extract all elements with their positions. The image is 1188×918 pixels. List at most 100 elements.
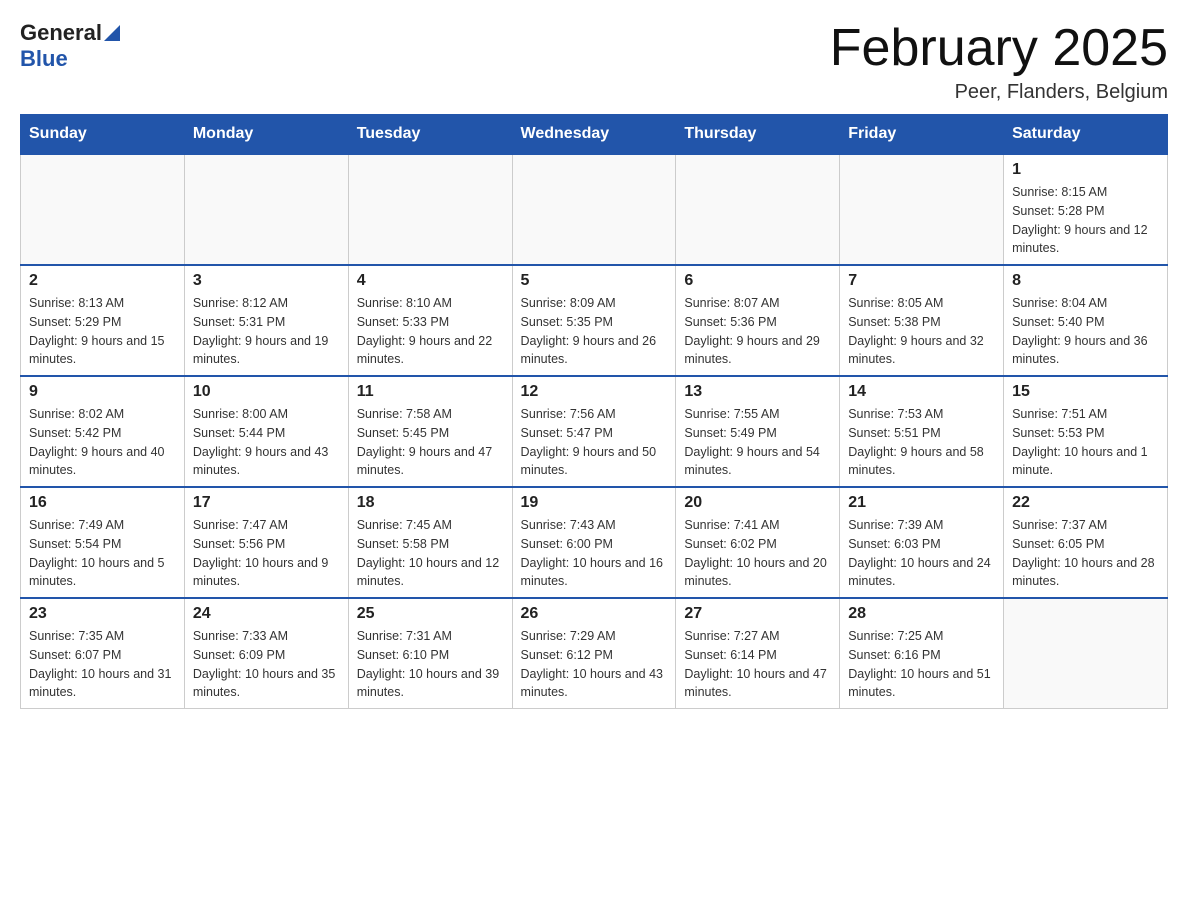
day-number: 1 (1012, 161, 1159, 179)
week-row-0: 1 Sunrise: 8:15 AMSunset: 5:28 PMDaylight… (21, 154, 1168, 265)
week-row-1: 2 Sunrise: 8:13 AMSunset: 5:29 PMDaylight… (21, 265, 1168, 376)
day-info: Sunrise: 8:10 AMSunset: 5:33 PMDaylight:… (357, 294, 504, 369)
table-row: 25 Sunrise: 7:31 AMSunset: 6:10 PMDayligh… (348, 598, 512, 709)
day-number: 2 (29, 272, 176, 290)
day-info: Sunrise: 8:12 AMSunset: 5:31 PMDaylight:… (193, 294, 340, 369)
table-row (840, 154, 1004, 265)
table-row: 21 Sunrise: 7:39 AMSunset: 6:03 PMDayligh… (840, 487, 1004, 598)
day-number: 16 (29, 494, 176, 512)
day-info: Sunrise: 8:09 AMSunset: 5:35 PMDaylight:… (521, 294, 668, 369)
day-number: 7 (848, 272, 995, 290)
day-number: 4 (357, 272, 504, 290)
day-number: 6 (684, 272, 831, 290)
title-section: February 2025 Peer, Flanders, Belgium (830, 20, 1168, 104)
table-row: 28Sunrise: 7:25 AMSunset: 6:16 PMDayligh… (840, 598, 1004, 709)
day-info: Sunrise: 8:05 AMSunset: 5:38 PMDaylight:… (848, 294, 995, 369)
day-info: Sunrise: 8:02 AMSunset: 5:42 PMDaylight:… (29, 405, 176, 480)
logo-general-text: General (20, 20, 102, 46)
table-row (21, 154, 185, 265)
day-number: 20 (684, 494, 831, 512)
table-row: 5 Sunrise: 8:09 AMSunset: 5:35 PMDaylight… (512, 265, 676, 376)
table-row: 11 Sunrise: 7:58 AMSunset: 5:45 PMDayligh… (348, 376, 512, 487)
logo-triangle-icon (100, 21, 124, 45)
day-number: 19 (521, 494, 668, 512)
table-row: 10Sunrise: 8:00 AMSunset: 5:44 PMDayligh… (184, 376, 348, 487)
day-info: Sunrise: 8:00 AMSunset: 5:44 PMDaylight:… (193, 405, 340, 480)
day-info: Sunrise: 7:31 AMSunset: 6:10 PMDaylight:… (357, 627, 504, 702)
logo: General Blue (20, 20, 124, 72)
table-row: 27Sunrise: 7:27 AMSunset: 6:14 PMDayligh… (676, 598, 840, 709)
table-row (1004, 598, 1168, 709)
table-row: 2 Sunrise: 8:13 AMSunset: 5:29 PMDaylight… (21, 265, 185, 376)
month-title: February 2025 (830, 20, 1168, 77)
table-row: 6Sunrise: 8:07 AMSunset: 5:36 PMDaylight… (676, 265, 840, 376)
logo-wordmark: General Blue (20, 20, 124, 72)
day-info: Sunrise: 7:58 AMSunset: 5:45 PMDaylight:… (357, 405, 504, 480)
day-info: Sunrise: 7:35 AMSunset: 6:07 PMDaylight:… (29, 627, 176, 702)
week-row-2: 9 Sunrise: 8:02 AMSunset: 5:42 PMDaylight… (21, 376, 1168, 487)
header-friday: Friday (840, 115, 1004, 155)
table-row: 3 Sunrise: 8:12 AMSunset: 5:31 PMDaylight… (184, 265, 348, 376)
day-number: 12 (521, 383, 668, 401)
week-row-4: 23 Sunrise: 7:35 AMSunset: 6:07 PMDayligh… (21, 598, 1168, 709)
day-info: Sunrise: 7:47 AMSunset: 5:56 PMDaylight:… (193, 516, 340, 591)
day-number: 15 (1012, 383, 1159, 401)
logo-blue-text: Blue (20, 46, 68, 71)
day-info: Sunrise: 8:04 AMSunset: 5:40 PMDaylight:… (1012, 294, 1159, 369)
day-info: Sunrise: 7:51 AMSunset: 5:53 PMDaylight:… (1012, 405, 1159, 480)
header-wednesday: Wednesday (512, 115, 676, 155)
location-text: Peer, Flanders, Belgium (830, 81, 1168, 104)
calendar-table: Sunday Monday Tuesday Wednesday Thursday… (20, 114, 1168, 709)
table-row (676, 154, 840, 265)
table-row: 16 Sunrise: 7:49 AMSunset: 5:54 PMDayligh… (21, 487, 185, 598)
day-number: 3 (193, 272, 340, 290)
table-row: 26 Sunrise: 7:29 AMSunset: 6:12 PMDayligh… (512, 598, 676, 709)
table-row: 12 Sunrise: 7:56 AMSunset: 5:47 PMDayligh… (512, 376, 676, 487)
day-info: Sunrise: 7:37 AMSunset: 6:05 PMDaylight:… (1012, 516, 1159, 591)
day-info: Sunrise: 7:27 AMSunset: 6:14 PMDaylight:… (684, 627, 831, 702)
day-info: Sunrise: 7:45 AMSunset: 5:58 PMDaylight:… (357, 516, 504, 591)
day-number: 23 (29, 605, 176, 623)
day-info: Sunrise: 8:13 AMSunset: 5:29 PMDaylight:… (29, 294, 176, 369)
day-info: Sunrise: 7:53 AMSunset: 5:51 PMDaylight:… (848, 405, 995, 480)
day-number: 24 (193, 605, 340, 623)
calendar-header-row: Sunday Monday Tuesday Wednesday Thursday… (21, 115, 1168, 155)
table-row: 15 Sunrise: 7:51 AMSunset: 5:53 PMDayligh… (1004, 376, 1168, 487)
table-row: 1 Sunrise: 8:15 AMSunset: 5:28 PMDaylight… (1004, 154, 1168, 265)
table-row: 9 Sunrise: 8:02 AMSunset: 5:42 PMDaylight… (21, 376, 185, 487)
day-number: 25 (357, 605, 504, 623)
table-row: 4 Sunrise: 8:10 AMSunset: 5:33 PMDaylight… (348, 265, 512, 376)
day-info: Sunrise: 8:15 AMSunset: 5:28 PMDaylight:… (1012, 183, 1159, 258)
day-info: Sunrise: 7:49 AMSunset: 5:54 PMDaylight:… (29, 516, 176, 591)
table-row: 8 Sunrise: 8:04 AMSunset: 5:40 PMDaylight… (1004, 265, 1168, 376)
day-number: 8 (1012, 272, 1159, 290)
table-row: 14 Sunrise: 7:53 AMSunset: 5:51 PMDayligh… (840, 376, 1004, 487)
day-number: 14 (848, 383, 995, 401)
header-thursday: Thursday (676, 115, 840, 155)
table-row: 18 Sunrise: 7:45 AMSunset: 5:58 PMDayligh… (348, 487, 512, 598)
day-info: Sunrise: 7:56 AMSunset: 5:47 PMDaylight:… (521, 405, 668, 480)
day-info: Sunrise: 7:29 AMSunset: 6:12 PMDaylight:… (521, 627, 668, 702)
table-row: 23 Sunrise: 7:35 AMSunset: 6:07 PMDayligh… (21, 598, 185, 709)
table-row (184, 154, 348, 265)
day-number: 9 (29, 383, 176, 401)
day-info: Sunrise: 7:43 AMSunset: 6:00 PMDaylight:… (521, 516, 668, 591)
table-row: 24 Sunrise: 7:33 AMSunset: 6:09 PMDayligh… (184, 598, 348, 709)
day-number: 13 (684, 383, 831, 401)
day-info: Sunrise: 7:33 AMSunset: 6:09 PMDaylight:… (193, 627, 340, 702)
day-info: Sunrise: 7:25 AMSunset: 6:16 PMDaylight:… (848, 627, 995, 702)
header-sunday: Sunday (21, 115, 185, 155)
day-number: 22 (1012, 494, 1159, 512)
day-number: 18 (357, 494, 504, 512)
day-number: 21 (848, 494, 995, 512)
day-info: Sunrise: 7:39 AMSunset: 6:03 PMDaylight:… (848, 516, 995, 591)
table-row (348, 154, 512, 265)
header-saturday: Saturday (1004, 115, 1168, 155)
table-row: 17 Sunrise: 7:47 AMSunset: 5:56 PMDayligh… (184, 487, 348, 598)
day-number: 11 (357, 383, 504, 401)
day-number: 17 (193, 494, 340, 512)
day-number: 26 (521, 605, 668, 623)
table-row: 19 Sunrise: 7:43 AMSunset: 6:00 PMDayligh… (512, 487, 676, 598)
day-number: 5 (521, 272, 668, 290)
day-info: Sunrise: 7:41 AMSunset: 6:02 PMDaylight:… (684, 516, 831, 591)
